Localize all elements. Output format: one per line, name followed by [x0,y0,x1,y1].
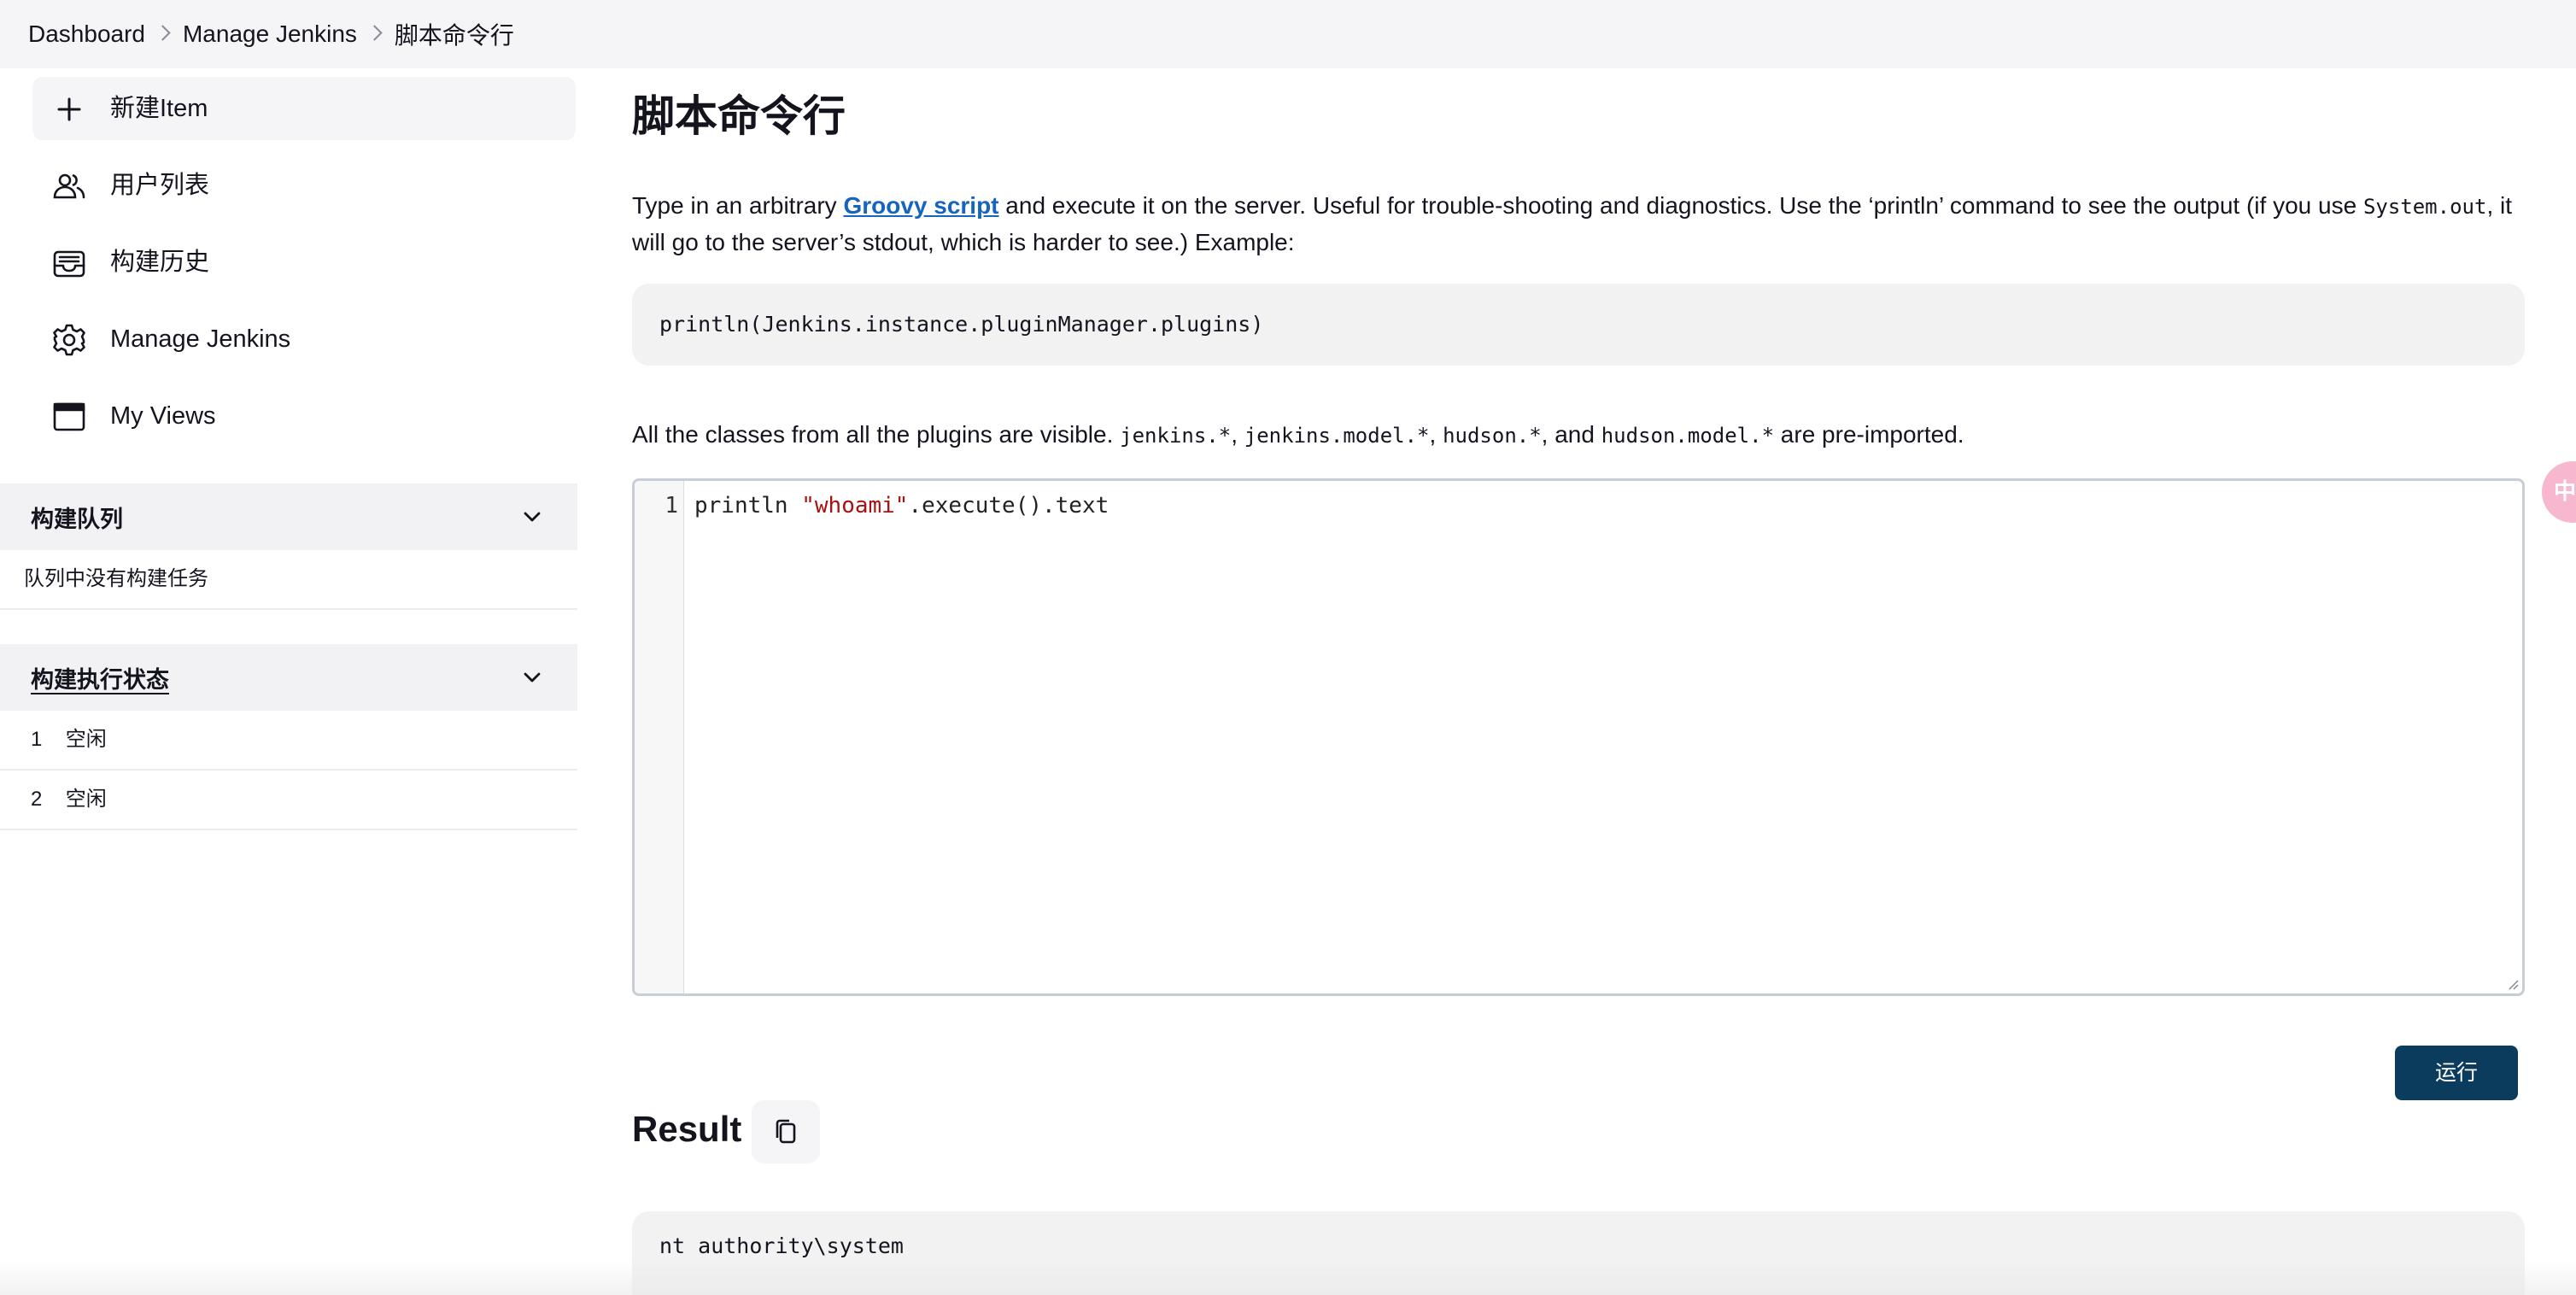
executors-header[interactable]: 构建执行状态 [0,644,577,711]
code-token: .execute().text [908,493,1109,519]
sidebar-item-label: Manage Jenkins [110,325,291,353]
sidebar-item-manage-jenkins[interactable]: Manage Jenkins [32,308,576,371]
build-queue-title: 构建队列 [31,506,123,532]
resize-handle-icon[interactable] [2505,976,2519,990]
build-queue-header[interactable]: 构建队列 [0,483,577,550]
breadcrumb-script-console[interactable]: 脚本命令行 [395,17,514,51]
note-text: All the classes from all the plugins are… [632,421,1121,448]
language-badge[interactable]: 中 [2542,461,2576,523]
page-title: 脚本命令行 [632,92,846,140]
inline-code: jenkins.model.* [1244,424,1430,448]
result-output: nt authority\system [659,1233,904,1258]
inline-code: hudson.model.* [1601,424,1775,448]
breadcrumb-dashboard[interactable]: Dashboard [28,21,145,48]
note-text: , [1429,421,1443,448]
executor-row: 2 空闲 [0,771,577,830]
run-button[interactable]: 运行 [2395,1046,2518,1100]
chevron-down-icon[interactable] [523,507,542,526]
executors-title[interactable]: 构建执行状态 [31,661,169,694]
note-text: , and [1541,421,1601,448]
chevron-down-icon[interactable] [523,668,542,687]
inline-code: System.out [2362,195,2487,219]
example-code-block: println(Jenkins.instance.pluginManager.p… [632,284,2525,366]
code-line[interactable]: println "whoami".execute().text [694,493,1109,519]
sidebar-item-label: My Views [110,402,216,430]
executor-row: 1 空闲 [0,711,577,771]
note-text: , [1231,421,1244,448]
plus-icon [51,91,87,127]
inline-code: jenkins.* [1120,424,1232,448]
editor-gutter: 1 [635,481,684,993]
breadcrumb-manage-jenkins[interactable]: Manage Jenkins [183,21,357,48]
sidebar-item-people[interactable]: 用户列表 [32,154,576,217]
code-token: println [694,493,802,519]
window-icon [51,399,87,435]
breadcrumb: Dashboard Manage Jenkins 脚本命令行 [0,0,2576,68]
people-icon [51,168,87,204]
sidebar-item-label: 构建历史 [110,249,210,276]
line-number: 1 [664,493,678,519]
description-text: and execute it on the server. Useful for… [998,192,2363,219]
pre-imported-note: All the classes from all the plugins are… [632,417,2525,454]
gear-icon [51,322,87,358]
inbox-icon [51,245,87,281]
script-console-description: Type in an arbitrary Groovy script and e… [632,188,2525,261]
inline-code: hudson.* [1443,424,1542,448]
copy-button[interactable] [752,1100,820,1163]
code-string-token: "whoami" [801,493,909,519]
script-editor[interactable]: 1 println "whoami".execute().text [632,478,2525,996]
executor-status: 空闲 [65,788,107,811]
executor-number: 1 [31,728,43,751]
executor-number: 2 [31,788,43,811]
groovy-script-link[interactable]: Groovy script [843,192,998,219]
sidebar-item-label: 新建Item [110,95,208,122]
build-queue-empty: 队列中没有构建任务 [0,550,577,610]
result-output-block: nt authority\system [632,1211,2525,1295]
example-code: println(Jenkins.instance.pluginManager.p… [659,312,1264,337]
copy-icon [776,1119,796,1144]
sidebar-item-new-item[interactable]: 新建Item [32,77,576,140]
sidebar-item-my-views[interactable]: My Views [32,384,576,448]
description-text: Type in an arbitrary [632,192,844,219]
executor-status: 空闲 [65,728,107,751]
sidebar-item-label: 用户列表 [110,172,210,199]
sidebar-item-build-history[interactable]: 构建历史 [32,231,576,294]
note-text: are pre-imported. [1774,421,1964,448]
result-title: Result [632,1109,742,1149]
